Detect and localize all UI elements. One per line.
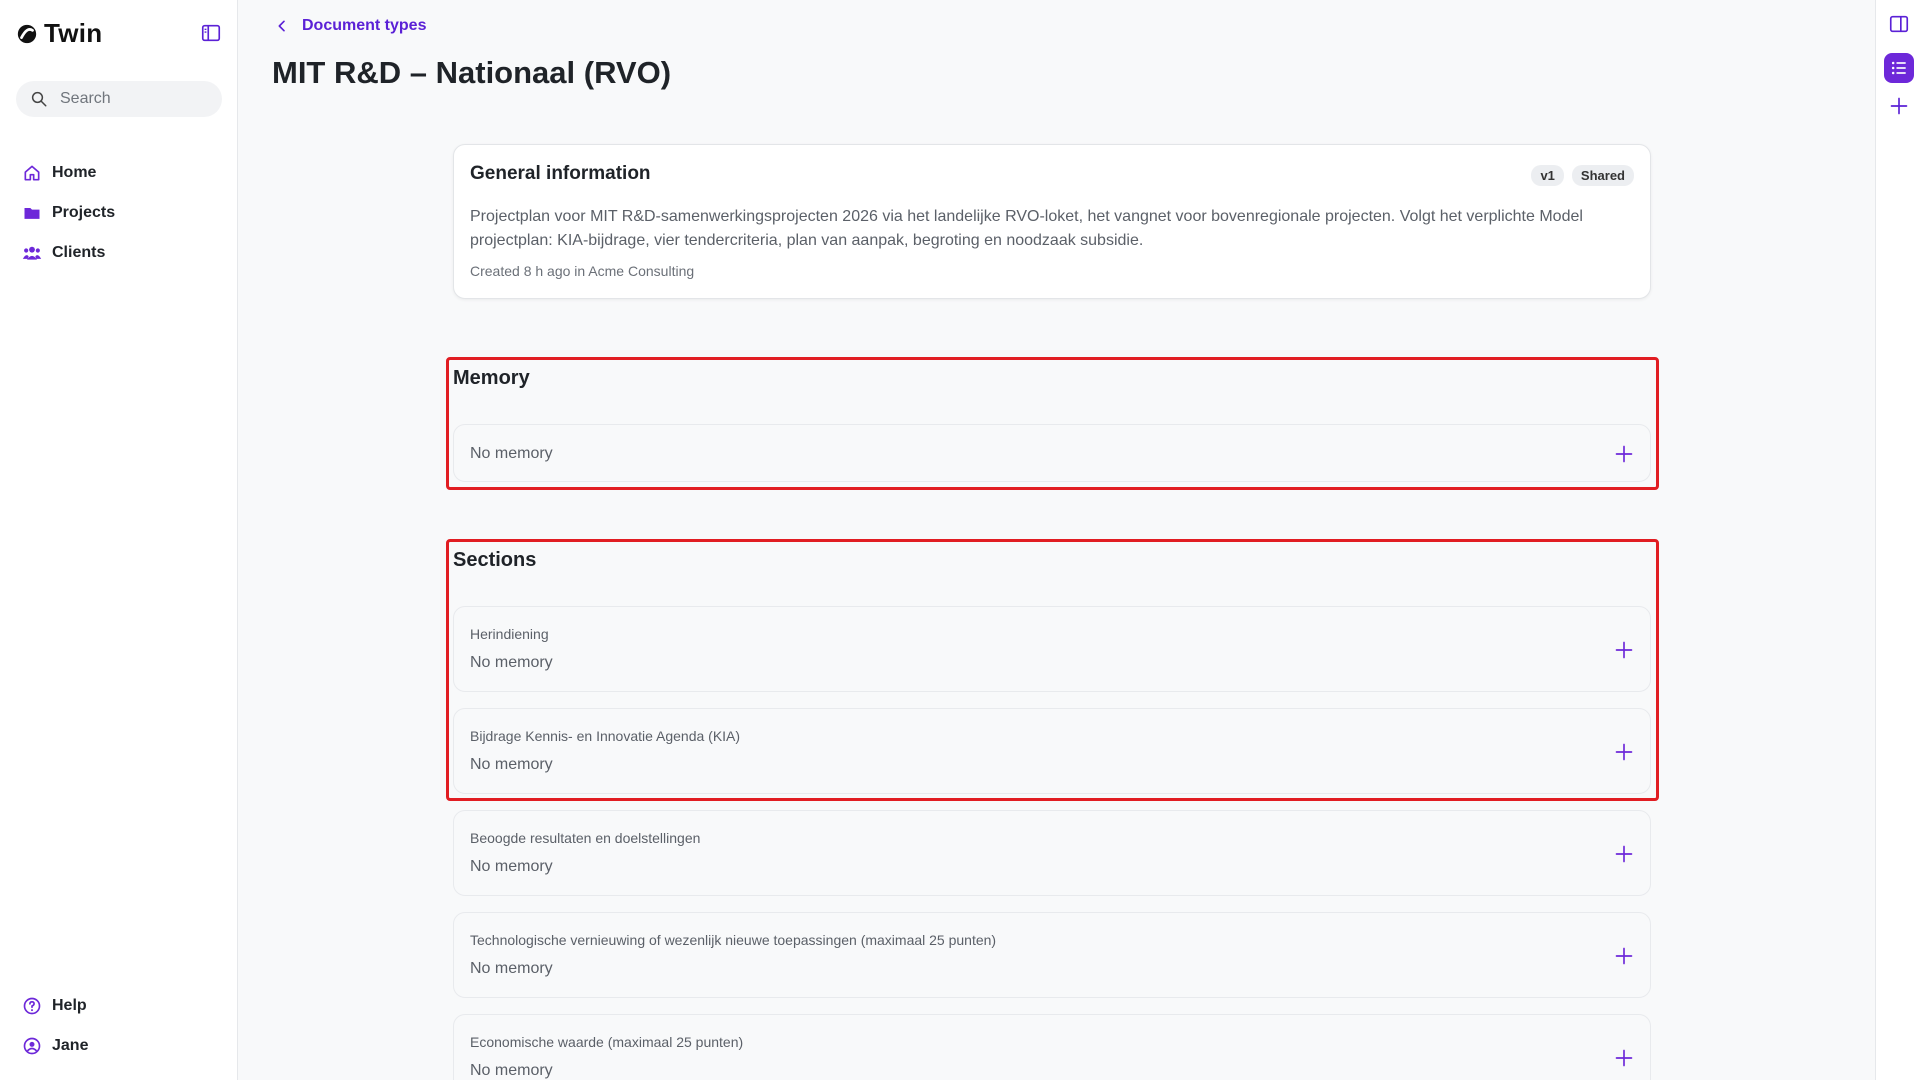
section-label: Herindiening <box>470 626 549 642</box>
section-label: Beoogde resultaten en doelstellingen <box>470 830 701 846</box>
section-value: No memory <box>470 960 553 977</box>
general-info-description: Projectplan voor MIT R&D-samenwerkingspr… <box>470 208 1583 249</box>
section-row[interactable]: Economische waarde (maximaal 25 punten) … <box>453 1014 1651 1080</box>
section-row[interactable]: Herindiening No memory <box>453 606 1651 692</box>
nav-item-home[interactable]: Home <box>22 153 115 193</box>
nav-label-home: Home <box>52 164 97 181</box>
main-content: Document types MIT R&D – Nationaal (RVO)… <box>239 0 1875 1080</box>
add-button[interactable] <box>1886 93 1912 119</box>
plus-icon[interactable] <box>1614 444 1634 464</box>
right-toolbar <box>1875 0 1920 1080</box>
main-nav: Home Projects Clients <box>22 153 115 273</box>
version-badge: v1 <box>1531 165 1564 186</box>
section-label: Technologische vernieuwing of wezenlijk … <box>470 932 997 948</box>
chevron-left-icon <box>278 20 285 32</box>
nav-item-projects[interactable]: Projects <box>22 193 115 233</box>
memory-title: Memory <box>453 367 530 389</box>
section-row[interactable]: Beoogde resultaten en doelstellingen No … <box>453 810 1651 896</box>
memory-row[interactable]: No memory <box>453 424 1651 482</box>
nav-label-help: Help <box>52 997 87 1014</box>
nav-item-user[interactable]: Jane <box>22 1026 88 1066</box>
search-icon <box>31 91 47 107</box>
nav-item-help[interactable]: Help <box>22 986 88 1026</box>
bottom-nav: Help Jane <box>22 986 88 1066</box>
section-value: No memory <box>470 1062 553 1079</box>
nav-label-projects: Projects <box>52 204 116 221</box>
folder-icon <box>24 208 40 219</box>
plus-icon <box>1890 97 1908 115</box>
plus-icon[interactable] <box>1614 640 1634 660</box>
breadcrumb-label: Document types <box>302 17 427 34</box>
nav-label-user: Jane <box>52 1037 89 1054</box>
panel-toggle-button[interactable] <box>1886 11 1912 37</box>
logo-icon <box>17 24 37 43</box>
general-info-card: General information v1 Shared Projectpla… <box>453 144 1651 299</box>
nav-item-clients[interactable]: Clients <box>22 233 115 273</box>
plus-icon[interactable] <box>1614 946 1634 966</box>
section-value: No memory <box>470 654 553 671</box>
breadcrumb[interactable]: Document types <box>274 17 426 35</box>
badges: v1 Shared <box>1531 165 1634 186</box>
list-view-button[interactable] <box>1884 53 1914 83</box>
panel-icon <box>1889 15 1909 33</box>
users-icon <box>22 246 42 260</box>
app-logo[interactable]: Twin <box>16 18 102 49</box>
memory-value: No memory <box>470 445 553 462</box>
page-title: MIT R&D – Nationaal (RVO) <box>272 55 672 90</box>
section-label: Economische waarde (maximaal 25 punten) <box>470 1034 744 1050</box>
search-box[interactable] <box>16 81 222 117</box>
section-row[interactable]: Technologische vernieuwing of wezenlijk … <box>453 912 1651 998</box>
section-value: No memory <box>470 756 553 773</box>
general-info-title: General information <box>470 163 651 184</box>
app-name: Twin <box>44 18 103 48</box>
section-row[interactable]: Bijdrage Kennis- en Innovatie Agenda (KI… <box>453 708 1651 794</box>
plus-icon[interactable] <box>1614 742 1634 762</box>
plus-icon[interactable] <box>1614 844 1634 864</box>
nav-label-clients: Clients <box>52 244 106 261</box>
sidebar-toggle-icon[interactable] <box>200 22 222 44</box>
help-icon <box>23 997 41 1015</box>
sidebar: Twin Home Projects <box>0 0 238 1080</box>
shared-badge: Shared <box>1571 165 1634 186</box>
list-icon <box>1891 61 1906 75</box>
general-info-meta: Created 8 h ago in Acme Consulting <box>470 263 695 279</box>
sections-title: Sections <box>453 549 537 571</box>
user-icon <box>23 1037 41 1055</box>
home-icon <box>24 165 40 181</box>
search-input[interactable] <box>58 89 212 109</box>
plus-icon[interactable] <box>1614 1048 1634 1068</box>
section-label: Bijdrage Kennis- en Innovatie Agenda (KI… <box>470 728 741 744</box>
section-value: No memory <box>470 858 553 875</box>
